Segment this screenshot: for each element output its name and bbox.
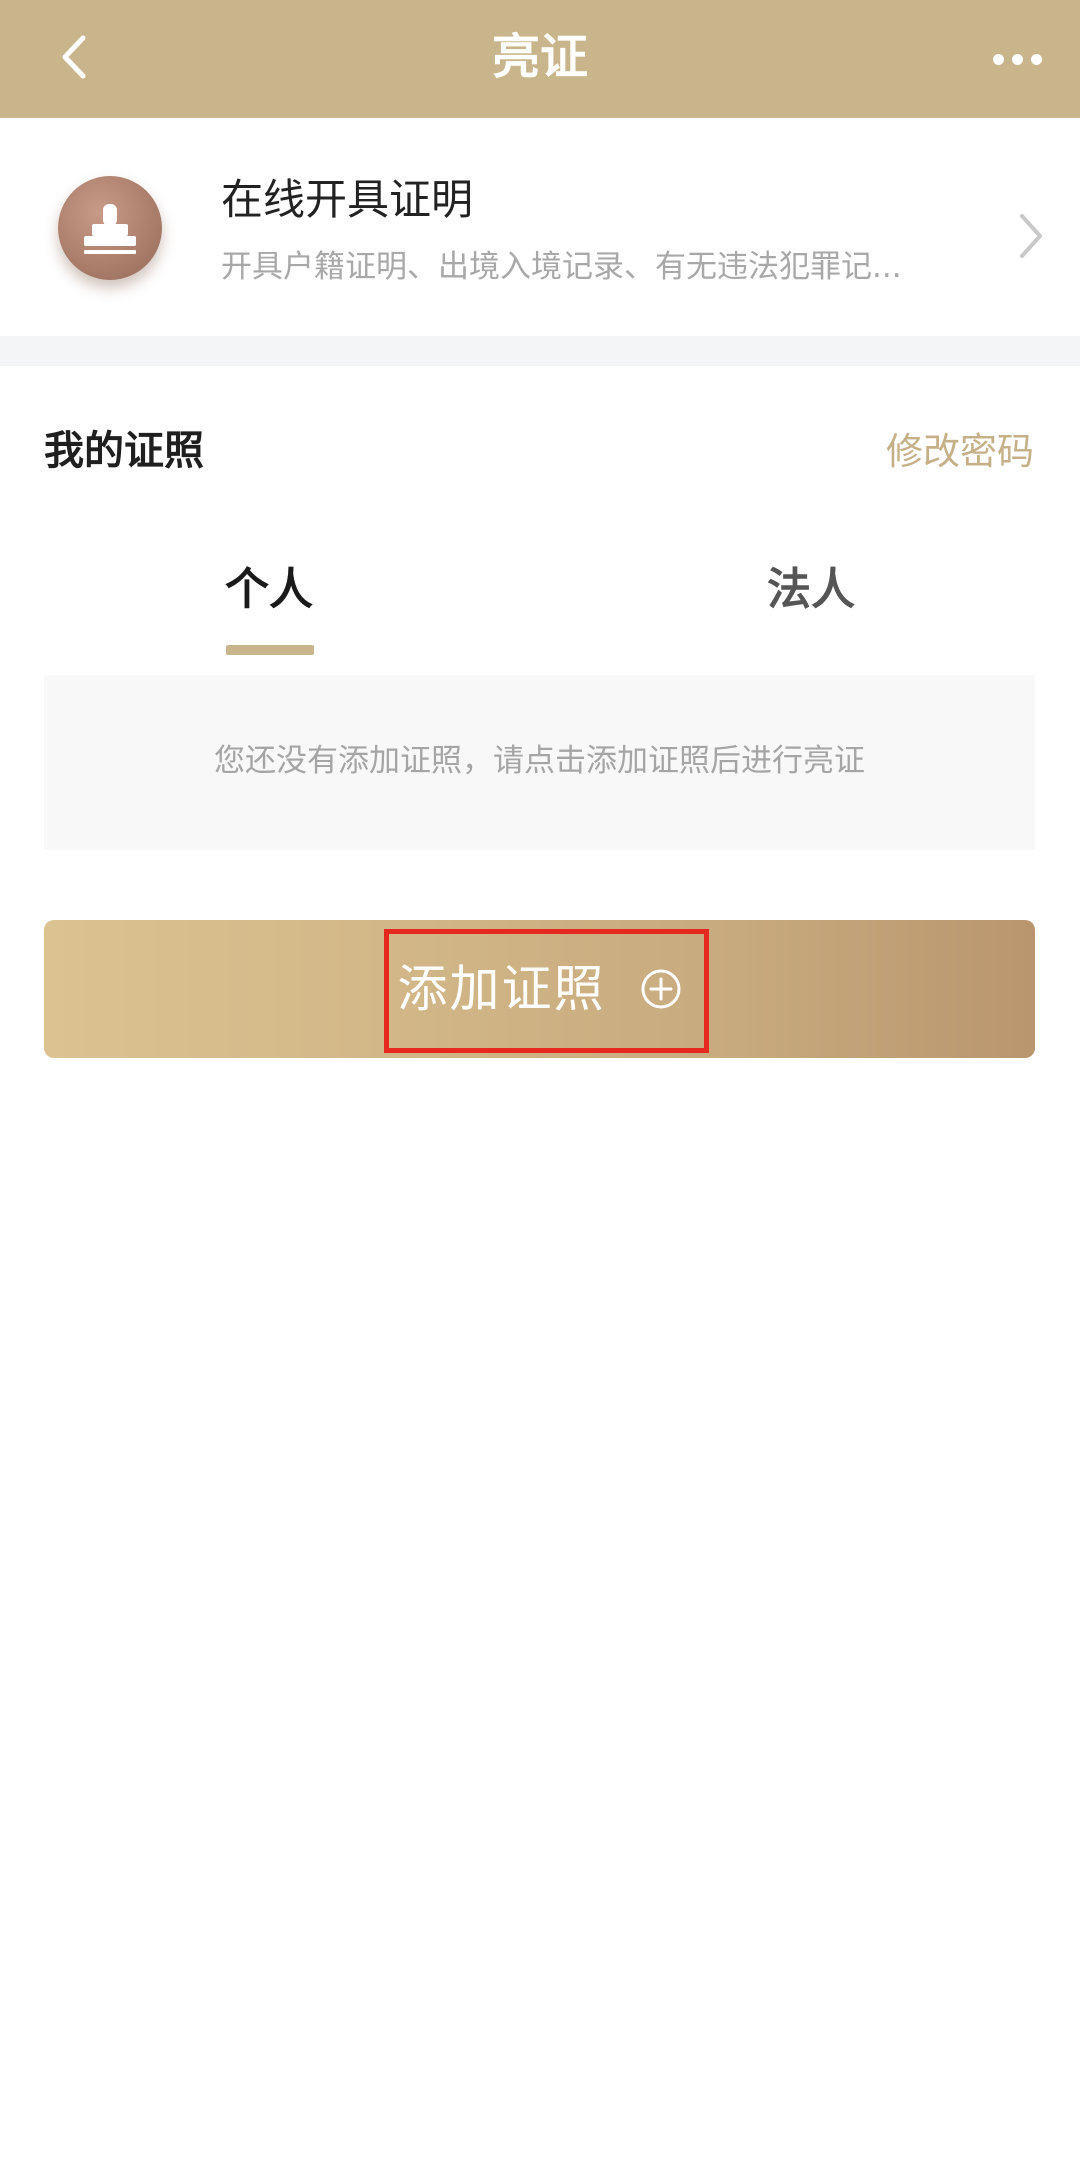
certificate-title: 在线开具证明 (221, 175, 474, 224)
empty-state-box: 您还没有添加证照，请点击添加证照后进行亮证 (44, 675, 1035, 850)
more-dot (1030, 53, 1042, 65)
certificate-description: 开具户籍证明、出境入境记录、有无违法犯罪记... (221, 249, 902, 285)
online-certificate-card[interactable]: 在线开具证明 开具户籍证明、出境入境记录、有无违法犯罪记... (0, 118, 1080, 336)
more-dots-icon (992, 53, 1004, 65)
tab-personal[interactable]: 个人 (225, 560, 313, 620)
tab-legal-person[interactable]: 法人 (767, 560, 855, 620)
chevron-right-icon (1020, 214, 1042, 258)
more-button[interactable] (982, 24, 1052, 94)
more-dot (1011, 53, 1023, 65)
section-divider (0, 336, 1080, 366)
top-bar: 亮证 (0, 0, 1080, 118)
change-password-link[interactable]: 修改密码 (886, 426, 1034, 478)
empty-state-message: 您还没有添加证照，请点击添加证照后进行亮证 (214, 743, 865, 779)
stamp-icon (58, 176, 162, 280)
my-licenses-title: 我的证照 (44, 428, 204, 474)
page-title: 亮证 (491, 29, 588, 85)
highlight-annotation (384, 929, 709, 1053)
active-tab-indicator (226, 645, 314, 655)
app-screen: 亮证 在线开具证明 开具户籍证明、出境入境记录、有无违法犯罪记... 我的证照 … (0, 0, 1080, 2158)
